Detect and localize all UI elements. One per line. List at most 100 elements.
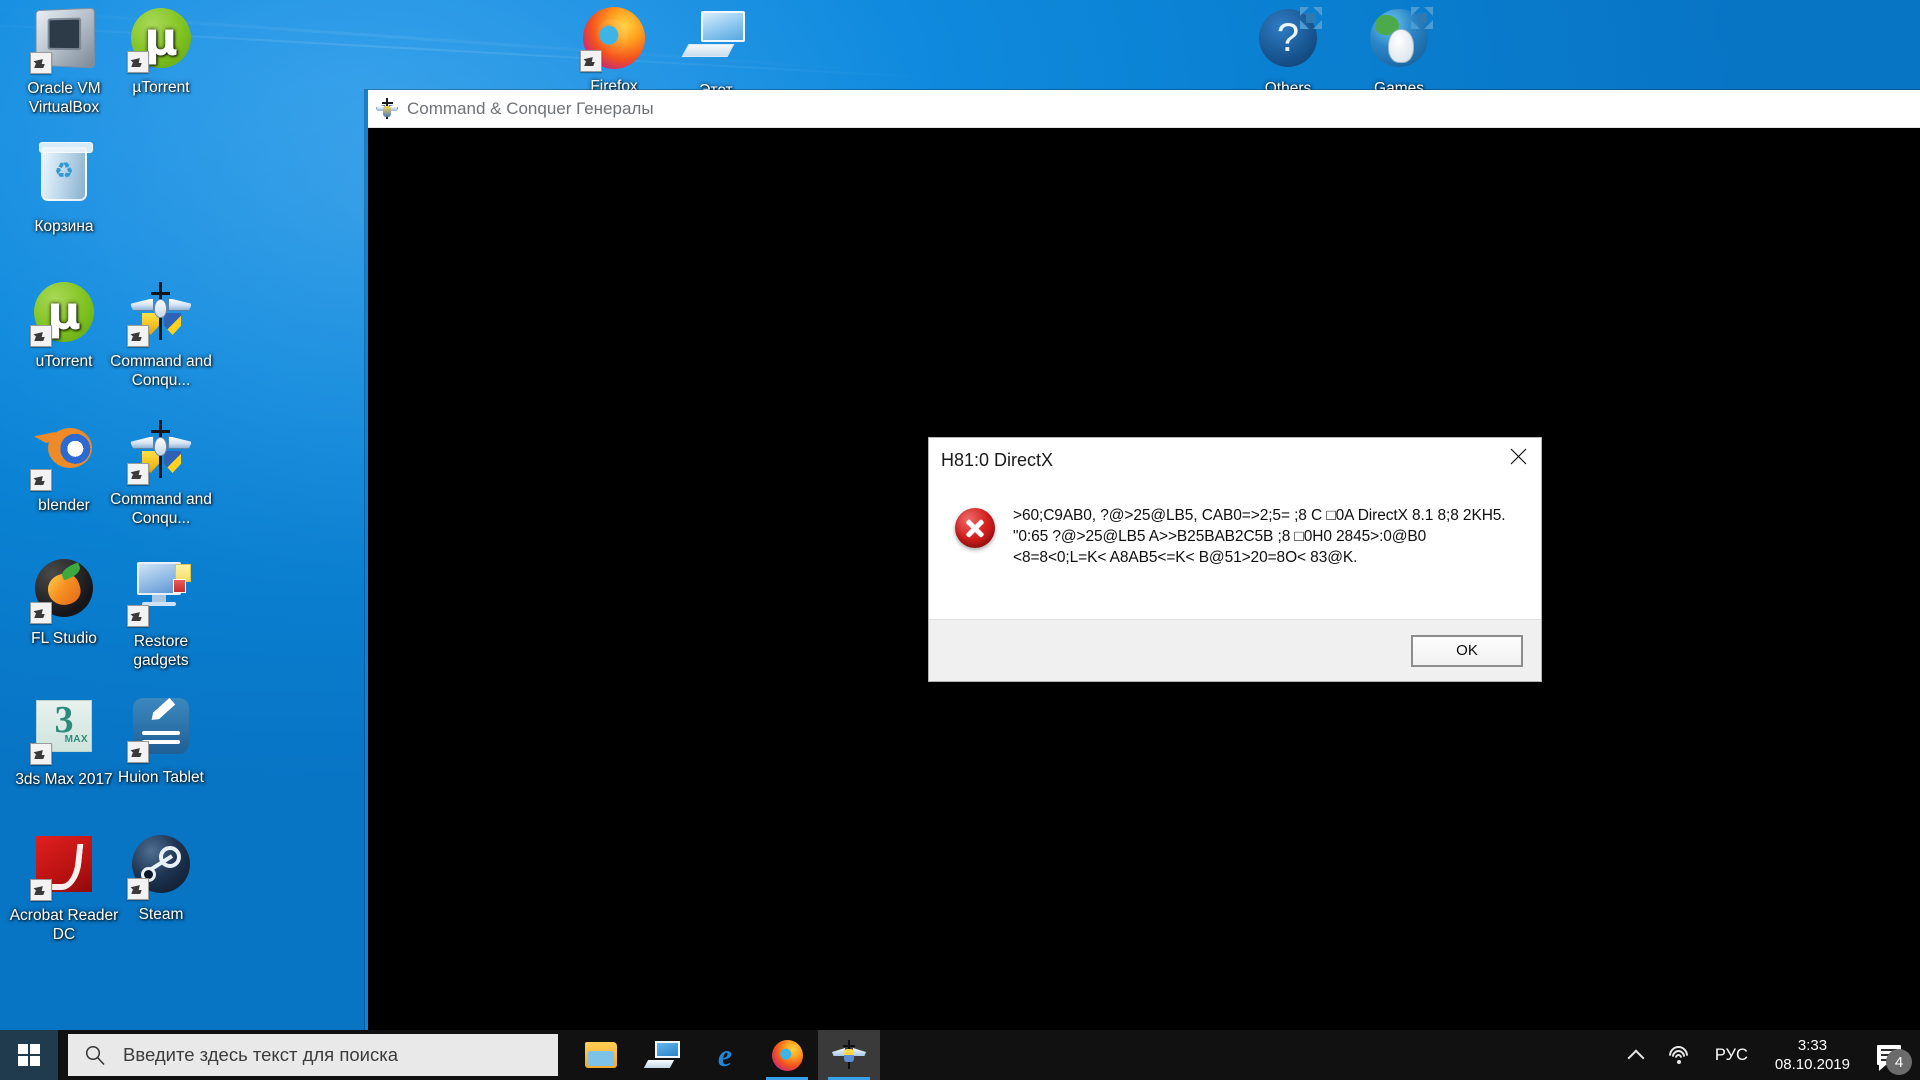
steam-icon [127, 835, 193, 900]
dialog-footer: OK [929, 619, 1541, 681]
windows-logo-icon [18, 1044, 40, 1066]
dialog-titlebar[interactable]: H81:0 DirectX [929, 438, 1541, 482]
close-icon[interactable] [1495, 440, 1541, 472]
virtualbox-icon [30, 7, 96, 74]
show-hidden-icons-button[interactable] [1616, 1030, 1656, 1080]
desktop-icon-label: 3ds Max 2017 [15, 771, 113, 788]
start-button[interactable] [0, 1030, 58, 1080]
desktop-icon-label: Huion Tablet [118, 769, 204, 786]
desktop-icon-label: blender [38, 497, 90, 514]
desktop-icon-utorrent[interactable]: uTorrent [8, 280, 120, 371]
blender-icon [30, 426, 96, 491]
shortcut-arrow-icon [30, 325, 52, 347]
shortcut-arrow-icon [127, 325, 149, 347]
command-conquer-icon [832, 1040, 866, 1070]
edge-icon: e [717, 1037, 733, 1073]
taskbar-item-this-pc[interactable] [632, 1030, 694, 1080]
command-conquer-icon [127, 420, 193, 485]
firefox-icon [580, 7, 646, 72]
desktop-icon-others[interactable]: Others [1232, 6, 1344, 98]
taskbar-item-command-conquer[interactable] [818, 1030, 880, 1080]
language-indicator[interactable]: РУС [1702, 1046, 1761, 1065]
desktop-icon-acrobat-reader-dc[interactable]: Acrobat Reader DC [8, 832, 120, 944]
shortcut-arrow-icon [30, 52, 52, 74]
desktop-icon-restore-gadgets[interactable]: Restore gadgets [105, 556, 217, 670]
chevron-up-icon [1628, 1047, 1644, 1063]
command-conquer-icon [127, 282, 193, 347]
desktop-icon-label: Oracle VM VirtualBox [27, 80, 101, 116]
desktop-icon-label: FL Studio [31, 630, 97, 647]
desktop-icon-label: uTorrent [35, 353, 93, 370]
shortcut-arrow-icon [580, 50, 602, 72]
game-window-title: Command & Conquer Генералы [407, 98, 654, 118]
taskbar-pinned-apps: e [570, 1030, 880, 1080]
desktop-icon-utorrent-top[interactable]: µTorrent [105, 6, 217, 97]
others-folder-icon [1256, 7, 1322, 73]
utorrent-icon [30, 282, 96, 347]
utorrent-icon [127, 8, 193, 73]
error-cross-icon [955, 508, 995, 548]
desktop-icon-label: Корзина [34, 218, 94, 235]
shortcut-arrow-icon [127, 463, 149, 485]
shortcut-arrow-icon [127, 878, 149, 900]
dialog-body: >60;C9AB0, ?@>25@LB5, CAB0=>2;5= ;8 C □0… [929, 482, 1541, 619]
directx-error-dialog[interactable]: H81:0 DirectX >60;C9AB0, ?@>25@LB5, CAB0… [928, 437, 1542, 682]
3ds-max-icon: 3 MAX [30, 699, 96, 765]
clock-time: 3:33 [1797, 1037, 1828, 1054]
desktop-icon-blender[interactable]: blender [8, 418, 120, 515]
desktop-icon-3ds-max-2017[interactable]: 3 MAX 3ds Max 2017 [8, 694, 120, 789]
taskbar-item-file-explorer[interactable] [570, 1030, 632, 1080]
desktop-icon-command-and-conquer-1[interactable]: Command and Conqu... [105, 280, 217, 390]
network-button[interactable] [1656, 1030, 1702, 1080]
shortcut-arrow-icon [30, 879, 52, 901]
desktop-icon-this-pc[interactable]: Этот [660, 6, 772, 100]
huion-tablet-icon [127, 698, 193, 763]
desktop-icon-label: Acrobat Reader DC [9, 907, 119, 943]
desktop-icon-fl-studio[interactable]: FL Studio [8, 556, 120, 648]
desktop-icon-huion-tablet[interactable]: Huion Tablet [105, 694, 217, 787]
restore-badge-icon [1409, 5, 1435, 31]
desktop-icon-games[interactable]: Games [1343, 6, 1455, 98]
taskbar-item-microsoft-edge[interactable]: e [694, 1030, 756, 1080]
desktop-icon-steam[interactable]: Steam [105, 832, 217, 924]
desktop-icon-label: Command and Conqu... [110, 491, 212, 527]
ok-button[interactable]: OK [1411, 634, 1523, 667]
taskbar[interactable]: Введите здесь текст для поиска e РУС 3:3… [0, 1030, 1920, 1080]
clock[interactable]: 3:33 08.10.2019 [1761, 1036, 1864, 1074]
notification-count-badge: 4 [1886, 1049, 1912, 1075]
folder-icon [585, 1042, 617, 1068]
desktop-icon-firefox[interactable]: Firefox [558, 6, 670, 96]
games-folder-icon [1367, 7, 1433, 73]
desktop-icon-label: µTorrent [132, 79, 190, 96]
desktop-icon-command-and-conquer-2[interactable]: Command and Conqu... [105, 418, 217, 528]
dialog-title: H81:0 DirectX [941, 450, 1054, 470]
action-center-button[interactable]: 4 [1864, 1030, 1914, 1080]
shortcut-arrow-icon [30, 469, 52, 491]
search-placeholder-text: Введите здесь текст для поиска [123, 1044, 398, 1065]
shortcut-arrow-icon [30, 743, 52, 765]
desktop-icon-label: Restore gadgets [133, 633, 189, 669]
taskbar-item-firefox[interactable] [756, 1030, 818, 1080]
this-pc-icon [681, 11, 748, 75]
game-window-titlebar[interactable]: Command & Conquer Генералы [368, 90, 1920, 128]
desktop-icon-oracle-vm-virtualbox[interactable]: Oracle VM VirtualBox [8, 6, 120, 117]
restore-gadgets-icon [127, 562, 193, 627]
search-icon [85, 1045, 105, 1066]
this-pc-icon [643, 1041, 680, 1069]
desktop-icon-label: Steam [138, 906, 184, 923]
acrobat-reader-icon [30, 836, 96, 901]
firefox-icon [771, 1039, 803, 1071]
desktop-icon-recycle-bin[interactable]: Корзина [8, 142, 120, 236]
command-conquer-icon [376, 97, 398, 120]
dialog-message-text: >60;C9AB0, ?@>25@LB5, CAB0=>2;5= ;8 C □0… [1013, 507, 1506, 566]
shortcut-arrow-icon [30, 602, 52, 624]
clock-date: 08.10.2019 [1774, 1056, 1850, 1073]
shortcut-arrow-icon [127, 741, 149, 763]
recycle-bin-icon [32, 142, 96, 211]
shortcut-arrow-icon [127, 605, 149, 627]
wifi-icon [1664, 1042, 1692, 1069]
desktop-icon-label: Command and Conqu... [110, 353, 212, 389]
shortcut-arrow-icon [127, 51, 149, 73]
restore-badge-icon [1298, 5, 1324, 31]
search-input[interactable]: Введите здесь текст для поиска [68, 1034, 558, 1076]
